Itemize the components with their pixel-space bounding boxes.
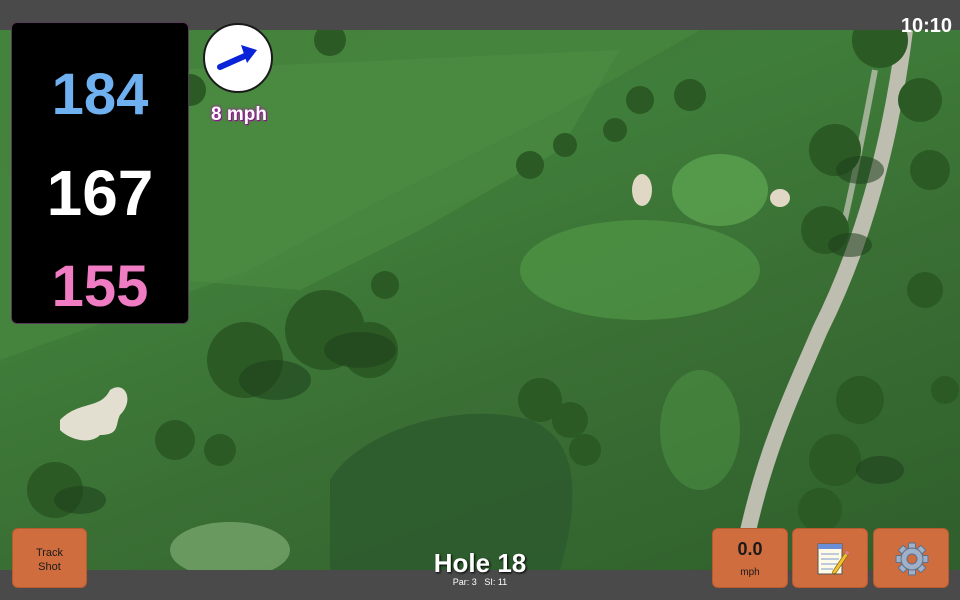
clock-time: 10:10	[900, 15, 952, 37]
distance-front: 155	[51, 254, 149, 319]
speed-unit: mph	[740, 567, 760, 578]
distance-back: 184	[51, 62, 149, 127]
distance-middle: 167	[46, 157, 154, 229]
notepad-icon	[817, 543, 849, 575]
speed-button[interactable]: 0.0 mph	[712, 528, 788, 588]
settings-button[interactable]	[873, 528, 949, 588]
hole-par: Par: 3	[452, 577, 477, 587]
track-shot-label: Track Shot	[35, 547, 64, 573]
notes-button[interactable]	[792, 528, 868, 588]
hole-si: SI: 11	[484, 577, 508, 587]
track-shot-button[interactable]: Track Shot	[12, 528, 87, 588]
gear-icon	[895, 542, 929, 576]
hole-title: Hole 18	[433, 548, 527, 578]
wind-indicator	[203, 23, 273, 93]
distance-panel: 184 167 155	[11, 22, 189, 324]
speed-value: 0.0	[737, 539, 763, 559]
hole-info: Par: 3 SI: 11	[380, 577, 580, 587]
wind-speed-label: 8 mph	[211, 104, 267, 125]
wind-arrow-icon	[217, 45, 257, 70]
